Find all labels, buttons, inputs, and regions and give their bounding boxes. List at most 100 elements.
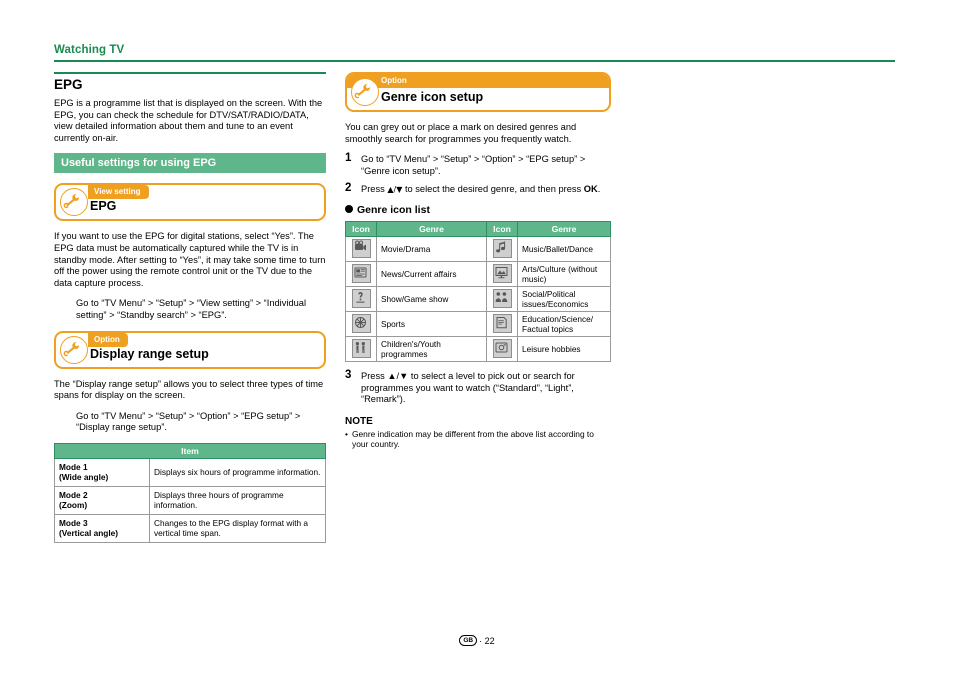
- step-number: 3: [345, 368, 352, 381]
- step-3: 3 Press ▲/▼ to select a level to pick ou…: [345, 368, 611, 406]
- display-range-table: Item Mode 1 (Wide angle) Displays six ho…: [54, 442, 326, 543]
- genre-header-icon-right: Icon: [486, 220, 518, 237]
- show-game-show-icon: [351, 289, 371, 309]
- genre-header-genre-right: Genre: [517, 220, 611, 237]
- wrench-icon: [351, 78, 379, 106]
- step-text: Go to “TV Menu” > “Setup” > “Option” > “…: [361, 154, 586, 176]
- genre-header-icon-left: Icon: [345, 220, 377, 237]
- mode-name: Mode 3: [59, 517, 88, 528]
- step-text-mid: to select the desired genre, and then pr…: [402, 184, 584, 195]
- table-cell-mode: Mode 3 (Vertical angle): [54, 513, 150, 543]
- step-text: Press ▲/▼ to select a level to pick out …: [361, 370, 575, 405]
- mode-subname: (Zoom): [59, 500, 88, 511]
- epg-setting-text: If you want to use the EPG for digital s…: [54, 231, 326, 288]
- genre-icon-setup-box: Option Genre icon setup: [345, 72, 611, 112]
- ok-button-label: OK: [583, 184, 598, 195]
- mode-subname: (Vertical angle): [59, 528, 119, 539]
- news-current-affairs-icon: [351, 264, 371, 284]
- note-text: Genre indication may be different from t…: [352, 428, 594, 450]
- genre-icon-cell: [345, 335, 377, 362]
- page-footer: GB · 22: [0, 635, 954, 647]
- genre-label: Leisure hobbies: [517, 335, 611, 362]
- education-science-icon: [492, 314, 512, 334]
- genre-intro-text: You can grey out or place a mark on desi…: [345, 122, 577, 144]
- music-ballet-dance-icon: [492, 239, 512, 259]
- genre-label: Show/Game show: [376, 285, 487, 312]
- table-cell-desc: Displays six hours of programme informat…: [149, 457, 326, 487]
- option-tab-label: Option: [381, 76, 407, 85]
- genre-icon-cell: [486, 335, 518, 362]
- mode-name: Mode 1: [59, 461, 88, 472]
- table-row: News/Current affairs Arts/Culture (witho…: [345, 260, 611, 287]
- view-setting-box-title: EPG: [90, 199, 117, 214]
- genre-icon-list-label: Genre icon list: [357, 203, 430, 216]
- genre-label: Music/Ballet/Dance: [517, 235, 611, 262]
- option-tab-label: Option: [88, 332, 128, 347]
- genre-table-header-row: Icon Genre Icon Genre: [345, 220, 611, 237]
- view-setting-epg-box: View setting EPG: [54, 183, 326, 222]
- step-text-pre: Press: [361, 184, 388, 195]
- genre-icon-list-heading: Genre icon list: [345, 204, 611, 216]
- updown-arrows-icon: ▲/▼: [387, 185, 403, 195]
- note-text-row: • Genre indication may be different from…: [345, 429, 611, 450]
- page: Watching TV EPG EPG is a programme list …: [0, 0, 954, 675]
- table-row: Mode 3 (Vertical angle) Changes to the E…: [54, 513, 326, 543]
- useful-settings-bar: Useful settings for using EPG: [54, 153, 326, 174]
- genre-icon-cell: [486, 235, 518, 262]
- genre-icon-setup-title: Genre icon setup: [381, 90, 484, 104]
- wrench-icon: [60, 188, 88, 217]
- step-number: 1: [345, 152, 352, 165]
- epg-intro-text: EPG is a programme list that is displaye…: [54, 98, 323, 143]
- genre-label: News/Current affairs: [376, 260, 487, 287]
- left-column: EPG EPG is a programme list that is disp…: [54, 72, 326, 543]
- display-range-setup-box: Option Display range setup: [54, 330, 326, 369]
- genre-icon-cell: [345, 235, 377, 262]
- mode-name: Mode 2: [59, 489, 88, 500]
- childrens-youth-icon: [351, 339, 371, 359]
- table-cell-mode: Mode 2 (Zoom): [54, 485, 150, 515]
- step-number: 2: [345, 182, 352, 195]
- genre-label: Education/Science/ Factual topics: [517, 310, 611, 337]
- table-cell-desc: Displays three hours of programme inform…: [149, 485, 326, 515]
- genre-icon-cell: [345, 285, 377, 312]
- table-cell-desc: Changes to the EPG display format with a…: [149, 513, 326, 543]
- arts-culture-icon: [492, 264, 512, 284]
- step-text-post: .: [597, 184, 601, 195]
- genre-icon-cell: [486, 285, 518, 312]
- genre-label: Arts/Culture (without music): [517, 260, 611, 287]
- region-badge: GB: [459, 635, 478, 647]
- right-column: Option Genre icon setup You can grey out…: [345, 72, 611, 450]
- table-row: Movie/Drama Music/Ballet/Dance: [345, 235, 611, 262]
- genre-label-line1: Arts/Culture (without music): [522, 263, 598, 284]
- step-1: 1 Go to “TV Menu” > “Setup” > “Option” >…: [345, 152, 611, 177]
- header-rule: [54, 60, 895, 62]
- genre-icon-cell: [486, 310, 518, 337]
- genre-label: Children's/Youth programmes: [376, 335, 487, 362]
- display-range-text: The “Display range setup” allows you to …: [54, 378, 324, 401]
- page-header-title: Watching TV: [54, 44, 125, 56]
- genre-label: Movie/Drama: [376, 235, 487, 262]
- table-row: Show/Game show Social/Political issues/E…: [345, 285, 611, 312]
- display-range-goto-path: Go to “TV Menu” > “Setup” > “Option” > “…: [76, 410, 301, 433]
- step-2: 2 Press ▲/▼ to select the desired genre,…: [345, 182, 611, 196]
- display-range-box-title: Display range setup: [90, 346, 209, 361]
- table-header-row: Item: [54, 442, 326, 459]
- genre-icon-table: Icon Genre Icon Genre Movie/Drama Music/…: [345, 220, 611, 362]
- bullet-dot-icon: [345, 205, 353, 214]
- table-cell-mode: Mode 1 (Wide angle): [54, 457, 150, 487]
- mode-subname: (Wide angle): [59, 472, 109, 483]
- view-setting-tab-label: View setting: [88, 185, 149, 200]
- table-row: Sports Education/Science/ Factual topics: [345, 310, 611, 337]
- social-political-icon: [492, 289, 512, 309]
- note-heading: NOTE: [345, 415, 373, 427]
- genre-label: Sports: [376, 310, 487, 337]
- genre-icon-cell: [486, 260, 518, 287]
- genre-icon-cell: [345, 260, 377, 287]
- genre-icon-cell: [345, 310, 377, 337]
- genre-header-genre-left: Genre: [376, 220, 487, 237]
- table-row: Children's/Youth programmes Leisure hobb…: [345, 335, 611, 362]
- epg-goto-path: Go to “TV Menu” > “Setup” > “View settin…: [76, 298, 307, 320]
- movie-drama-icon: [351, 239, 371, 259]
- sports-icon: [351, 314, 371, 334]
- page-number: · 22: [479, 636, 495, 646]
